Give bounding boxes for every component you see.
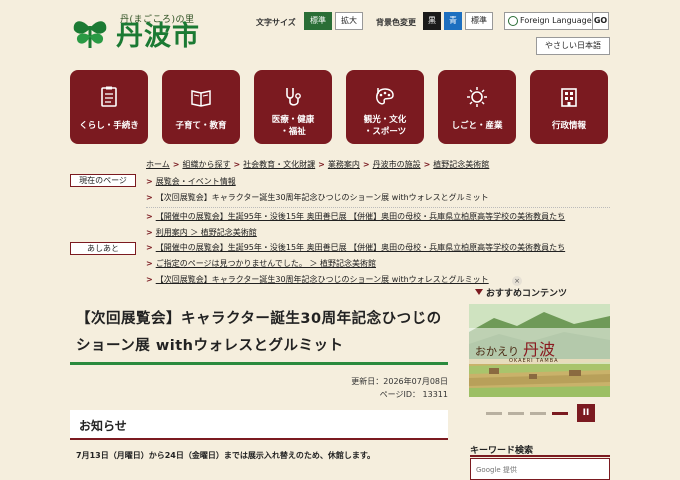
palette-icon xyxy=(376,88,394,105)
title-underline xyxy=(70,362,448,365)
chevron-right-icon: > xyxy=(146,228,153,237)
nav-item-tourism[interactable]: 観光・文化 ・スポーツ xyxy=(346,70,424,144)
site-name: 丹波市 xyxy=(116,21,200,52)
nav-label: くらし・手続き xyxy=(79,121,139,131)
recommended-banner[interactable]: おかえり 丹波 OKAERI TAMBA xyxy=(469,304,610,397)
nav-label-line2: ・スポーツ xyxy=(363,127,407,137)
breadcrumb-link[interactable]: 組織から探す xyxy=(182,160,230,169)
chevron-right-icon: > xyxy=(146,177,153,186)
font-standard-button[interactable]: 標準 xyxy=(304,12,332,30)
page-id: ページID： 13311 xyxy=(379,390,448,399)
logo-leaf-icon xyxy=(73,21,107,49)
triangle-down-icon xyxy=(475,289,483,295)
history-item: > ご指定のページは見つかりませんでした。 ＞ 植野記念美術館 xyxy=(146,258,376,270)
breadcrumb-link[interactable]: 植野記念美術館 xyxy=(433,160,489,169)
language-go-button[interactable]: GO xyxy=(592,13,608,29)
close-icon[interactable]: × xyxy=(512,276,522,286)
breadcrumb-link[interactable]: 社会教育・文化財課 xyxy=(243,160,315,169)
globe-icon xyxy=(508,16,518,26)
history-link[interactable]: ご指定のページは見つかりませんでした。 ＞ 植野記念美術館 xyxy=(156,259,376,268)
chevron-right-icon: > xyxy=(146,193,153,202)
chevron-right-icon: > xyxy=(146,259,153,268)
banner-title-small: おかえり xyxy=(475,345,519,358)
history-item: > 【開催中の展覧会】生誕95年・没後15年 奥田善巳展 【併催】奥田の母校・兵庫… xyxy=(146,211,565,223)
easy-japanese-button[interactable]: やさしい日本語 xyxy=(536,37,610,55)
notice-text: 7月13日（月曜日）から24日（金曜日）までは展示入れ替えのため、休館します。 xyxy=(76,451,376,460)
history-item: > 【次回展覧会】キャラクター誕生30周年記念ひつじのショーン展 withウォレス… xyxy=(146,274,489,286)
search-input[interactable] xyxy=(476,463,601,476)
nav-label-line1: 観光・文化 xyxy=(363,115,407,125)
bg-blue-button[interactable]: 青 xyxy=(444,12,462,30)
breadcrumb-separator: > xyxy=(423,160,431,169)
chevron-right-icon: > xyxy=(146,275,153,284)
building-icon xyxy=(561,88,577,107)
breadcrumb-separator: > xyxy=(172,160,180,169)
bg-color-label: 背景色変更 xyxy=(376,18,416,27)
nav-label-line2: ・福祉 xyxy=(280,127,306,137)
nav-item-living[interactable]: くらし・手続き xyxy=(70,70,148,144)
nav-item-work[interactable]: しごと・産業 xyxy=(438,70,516,144)
banner-title-big: 丹波 xyxy=(523,340,556,359)
divider xyxy=(146,207,610,208)
banner-title: おかえり 丹波 xyxy=(475,336,555,360)
breadcrumb-separator: > xyxy=(362,160,370,169)
notice-heading-box: お知らせ xyxy=(70,410,448,440)
nav-label: しごと・産業 xyxy=(451,121,503,131)
sun-icon xyxy=(467,87,487,107)
breadcrumb-current: > 【次回展覧会】キャラクター誕生30周年記念ひつじのショーン展 withウォレス… xyxy=(146,192,489,204)
font-large-button[interactable]: 拡大 xyxy=(335,12,363,30)
document-icon xyxy=(101,86,117,107)
breadcrumb-current-page: 【次回展覧会】キャラクター誕生30周年記念ひつじのショーン展 withウォレスと… xyxy=(155,193,489,202)
breadcrumb: ホーム > 組織から探す > 社会教育・文化財課 > 業務案内 > 丹波市の施設 > 植野記念美術館 xyxy=(146,159,489,171)
breadcrumb-link[interactable]: 業務案内 xyxy=(328,160,360,169)
history-link[interactable]: 【次回展覧会】キャラクター誕生30周年記念ひつじのショーン展 withウォレスと… xyxy=(156,275,489,284)
nav-label: 行政情報 xyxy=(551,121,586,131)
current-page-label: 現在のページ xyxy=(70,174,136,187)
nav-label: 子育て・教育 xyxy=(175,121,227,131)
font-size-label: 文字サイズ xyxy=(256,18,296,27)
bg-standard-button[interactable]: 標準 xyxy=(465,12,493,30)
carousel-dot-active[interactable] xyxy=(552,412,568,415)
history-label: あしあと xyxy=(70,242,136,255)
breadcrumb-separator: > xyxy=(318,160,325,169)
updated-date: 更新日：2026年07月08日 xyxy=(351,377,448,386)
chevron-right-icon: > xyxy=(146,243,153,252)
stethoscope-icon xyxy=(286,88,301,106)
banner-subtitle: OKAERI TAMBA xyxy=(509,358,559,364)
carousel-dot[interactable] xyxy=(486,412,502,415)
search-box xyxy=(470,458,610,480)
history-link[interactable]: 利用案内 ＞ 植野記念美術館 xyxy=(156,228,257,237)
chevron-right-icon: > xyxy=(146,212,153,221)
language-label: Foreign Language xyxy=(520,16,592,25)
history-link[interactable]: 【開催中の展覧会】生誕95年・没後15年 奥田善巳展 【併催】奥田の母校・兵庫県… xyxy=(156,243,565,252)
notice-heading: お知らせ xyxy=(79,419,127,433)
breadcrumb-separator: > xyxy=(233,160,241,169)
site-header: 丹(まごころ)の里 丹波市 文字サイズ 標準 拡大 背景色変更 黒 青 標準 F… xyxy=(0,0,680,62)
carousel-pause-button[interactable]: II xyxy=(577,404,595,422)
nav-item-medical[interactable]: 医療・健康 ・福祉 xyxy=(254,70,332,144)
carousel-dot[interactable] xyxy=(508,412,524,415)
breadcrumb-link[interactable]: 展覧会・イベント情報 xyxy=(156,177,236,186)
bg-black-button[interactable]: 黒 xyxy=(423,12,441,30)
nav-item-government[interactable]: 行政情報 xyxy=(530,70,608,144)
nav-label-line1: 医療・健康 xyxy=(271,115,315,125)
language-select[interactable]: Foreign Language GO xyxy=(504,12,609,30)
recommended-title-text: おすすめコンテンツ xyxy=(486,289,568,299)
history-link[interactable]: 【開催中の展覧会】生誕95年・没後15年 奥田善巳展 【併催】奥田の母校・兵庫県… xyxy=(156,212,565,221)
book-icon xyxy=(191,90,211,107)
nav-item-childcare[interactable]: 子育て・教育 xyxy=(162,70,240,144)
global-nav: くらし・手続き 子育て・教育 医療・健康 ・福祉 観光・文化 ・スポーツ しごと… xyxy=(70,70,610,144)
recommended-title: おすすめコンテンツ xyxy=(475,286,567,299)
carousel-dot[interactable] xyxy=(530,412,546,415)
history-item: > 利用案内 ＞ 植野記念美術館 xyxy=(146,227,257,239)
site-logo[interactable]: 丹(まごころ)の里 丹波市 xyxy=(70,8,220,54)
breadcrumb-link[interactable]: ホーム xyxy=(146,160,170,169)
page-title: 【次回展覧会】キャラクター誕生30周年記念ひつじのショーン展 withウォレスと… xyxy=(76,311,442,354)
keyword-search-rule xyxy=(470,455,610,457)
breadcrumb-sub: > 展覧会・イベント情報 xyxy=(146,176,236,188)
history-item: > 【開催中の展覧会】生誕95年・没後15年 奥田善巳展 【併催】奥田の母校・兵庫… xyxy=(146,242,565,254)
breadcrumb-link[interactable]: 丹波市の施設 xyxy=(373,160,421,169)
